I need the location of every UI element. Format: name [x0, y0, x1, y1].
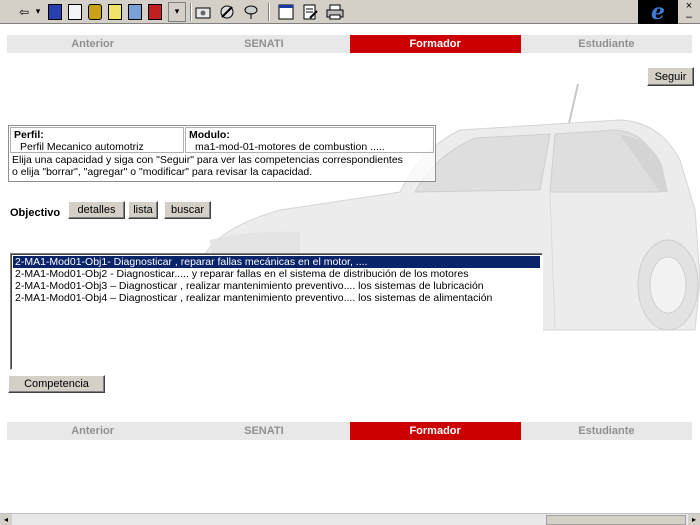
folder-icon[interactable] — [194, 2, 212, 22]
nav-formador[interactable]: Formador — [349, 35, 521, 53]
bottom-nav: Anterior SENATI Formador Estudiante — [7, 422, 692, 440]
dropdown-icon[interactable]: ▾ — [168, 2, 186, 22]
profile-info-table: Perfil: Perfil Mecanico automotriz Modul… — [8, 125, 436, 182]
nav-estudiante[interactable]: Estudiante — [520, 35, 692, 53]
list-item[interactable]: 2-MA1-Mod01-Obj4 – Diagnosticar , realiz… — [13, 292, 540, 304]
scroll-left-icon[interactable]: ◂ — [0, 514, 12, 525]
nav-formador[interactable]: Formador — [349, 422, 521, 440]
yellow-doc-icon[interactable] — [106, 2, 124, 22]
nav-senati[interactable]: SENATI — [178, 422, 350, 440]
graph-icon[interactable] — [126, 2, 144, 22]
back-dropdown-icon[interactable]: ▾ — [33, 2, 43, 22]
modulo-cell: Modulo: ma1-mod-01-motores de combustion… — [185, 127, 434, 153]
lista-button[interactable]: lista — [128, 201, 158, 219]
back-arrow-icon[interactable]: ⇦ — [14, 2, 34, 22]
objetivo-label: Objectivo — [10, 207, 61, 219]
satellite-icon[interactable] — [242, 2, 260, 22]
nav-senati[interactable]: SENATI — [178, 35, 350, 53]
modulo-heading: Modulo: — [189, 129, 230, 141]
red-book-icon[interactable] — [146, 2, 164, 22]
document-icon[interactable] — [66, 2, 84, 22]
modulo-value: ma1-mod-01-motores de combustion ..... — [195, 141, 385, 153]
list-item[interactable]: 2-MA1-Mod01-Obj3 – Diagnosticar , realiz… — [13, 280, 540, 292]
browser-toolbar: ⇦ ▾ ▾ e × – — [0, 0, 700, 25]
seguir-button[interactable]: Seguir — [647, 67, 694, 86]
list-item[interactable]: 2-MA1-Mod01-Obj2 - Diagnosticar..... y r… — [13, 268, 540, 280]
list-item[interactable]: 2-MA1-Mod01-Obj1- Diagnosticar , reparar… — [13, 256, 540, 268]
instruction-line-1: Elija una capacidad y siga con "Seguir" … — [12, 154, 403, 166]
perfil-value: Perfil Mecanico automotriz — [20, 141, 144, 153]
nav-anterior[interactable]: Anterior — [7, 422, 179, 440]
nav-anterior[interactable]: Anterior — [7, 35, 179, 53]
perfil-cell: Perfil: Perfil Mecanico automotriz — [10, 127, 184, 153]
nav-estudiante[interactable]: Estudiante — [520, 422, 692, 440]
ie-logo-icon: e — [638, 0, 678, 25]
instruction-text: Elija una capacidad y siga con "Seguir" … — [12, 154, 432, 178]
competencia-button[interactable]: Competencia — [8, 375, 105, 393]
perfil-heading: Perfil: — [14, 129, 44, 141]
horizontal-scrollbar[interactable]: ◂ ▸ — [0, 513, 700, 525]
buscar-button[interactable]: buscar — [164, 201, 211, 219]
detalles-button[interactable]: detalles — [68, 201, 125, 219]
coins-icon[interactable] — [86, 2, 104, 22]
tools-icon[interactable] — [218, 2, 236, 22]
toolbar-separator — [190, 3, 192, 21]
scroll-right-icon[interactable]: ▸ — [688, 514, 700, 525]
scroll-thumb[interactable] — [546, 515, 686, 525]
toolbar-separator — [268, 3, 270, 21]
objectives-listbox[interactable]: 2-MA1-Mod01-Obj1- Diagnosticar , reparar… — [10, 253, 543, 370]
window-blue-icon[interactable] — [46, 2, 64, 22]
top-nav: Anterior SENATI Formador Estudiante — [7, 35, 692, 53]
edit-page-icon[interactable] — [300, 2, 320, 22]
window-icon[interactable] — [276, 2, 296, 22]
print-icon[interactable] — [324, 2, 346, 22]
minimize-icon[interactable]: – — [680, 12, 698, 23]
instruction-line-2: o elija "borrar", "agregar" o "modificar… — [12, 166, 313, 178]
